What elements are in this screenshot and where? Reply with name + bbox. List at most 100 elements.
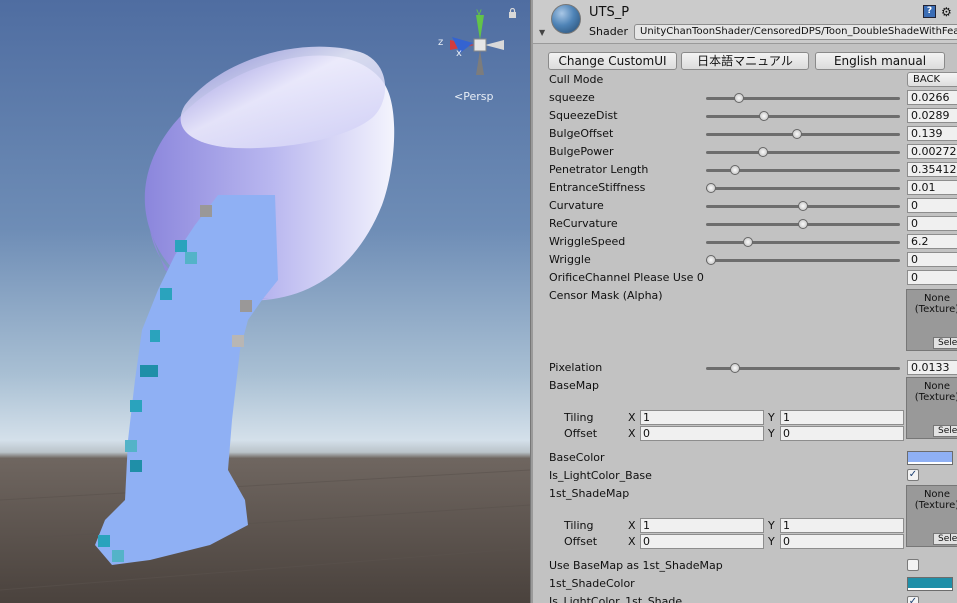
squeeze-field[interactable]: 0.0266	[907, 90, 957, 105]
use-basemap-as-1st-checkbox[interactable]	[907, 559, 919, 571]
slider-thumb[interactable]	[706, 255, 716, 265]
wriggle-speed-field[interactable]: 6.2	[907, 234, 957, 249]
re-curvature-label: ReCurvature	[549, 217, 618, 230]
lock-icon[interactable]	[508, 8, 517, 18]
first-shade-map-tiling-y[interactable]: 1	[780, 518, 904, 533]
squeeze-slider[interactable]	[706, 93, 900, 103]
ground-grid	[0, 469, 530, 591]
wriggle-slider[interactable]	[706, 255, 900, 265]
wriggle-speed-slider[interactable]	[706, 237, 900, 247]
slider-thumb[interactable]	[729, 363, 740, 373]
is-light-color-1st-shade-label: Is_LightColor_1st_Shade	[549, 595, 683, 603]
is-light-color-base-label: Is_LightColor_Base	[549, 469, 652, 482]
alpha-bar	[908, 588, 952, 590]
texture-select-button[interactable]: Select	[933, 337, 957, 349]
base-color-label: BaseColor	[549, 451, 605, 464]
bulge-power-label: BulgePower	[549, 145, 614, 158]
foldout-arrow-icon[interactable]: ▼	[539, 28, 545, 37]
is-light-color-base-checkbox[interactable]: ✓	[907, 469, 919, 481]
texture-none-text: None (Texture)	[914, 381, 957, 403]
base-map-label: BaseMap	[549, 379, 599, 392]
penetrator-length-field[interactable]: 0.35412	[907, 162, 957, 177]
orientation-gizmo[interactable]	[450, 15, 504, 75]
slider-thumb[interactable]	[733, 93, 744, 103]
first-shade-color-swatch[interactable]	[907, 577, 953, 591]
gizmo-y-label: y	[476, 7, 482, 18]
curvature-slider[interactable]	[706, 201, 900, 211]
bulge-power-slider[interactable]	[706, 147, 900, 157]
slider-thumb[interactable]	[729, 165, 740, 175]
shader-dropdown[interactable]: UnityChanToonShader/CensoredDPS/Toon_Dou…	[634, 24, 957, 40]
first-shade-map-offset-label: Offset	[564, 535, 598, 548]
first-shade-map-tiling-label: Tiling	[564, 519, 594, 532]
first-shade-map-texture-slot[interactable]: None(Texture) Select	[906, 485, 957, 547]
wriggle-label: Wriggle	[549, 253, 591, 266]
base-color-swatch[interactable]	[907, 451, 953, 465]
texture-select-button[interactable]: Select	[933, 533, 957, 545]
first-shade-map-offset-x[interactable]: 0	[640, 534, 764, 549]
entrance-stiffness-slider[interactable]	[706, 183, 900, 193]
orifice-channel-field[interactable]: 0	[907, 270, 957, 285]
re-curvature-field[interactable]: 0	[907, 216, 957, 231]
bulge-power-field[interactable]: 0.00272	[907, 144, 957, 159]
slider-thumb[interactable]	[742, 237, 753, 247]
english-manual-button[interactable]: English manual	[815, 52, 945, 70]
slider-thumb[interactable]	[792, 129, 803, 139]
re-curvature-slider[interactable]	[706, 219, 900, 229]
wriggle-speed-label: WriggleSpeed	[549, 235, 626, 248]
curvature-field[interactable]: 0	[907, 198, 957, 213]
gizmo-x-label: x	[456, 48, 462, 59]
squeeze-dist-label: SqueezeDist	[549, 109, 618, 122]
penetrator-length-slider[interactable]	[706, 165, 900, 175]
base-map-texture-slot[interactable]: None(Texture) Select	[906, 377, 957, 439]
scene-view[interactable]: y z x <Persp	[0, 0, 530, 603]
slider-thumb[interactable]	[798, 201, 808, 211]
censor-mask-texture-slot[interactable]: None(Texture) Select	[906, 289, 957, 351]
japanese-manual-button[interactable]: 日本語マニュアル	[681, 52, 809, 70]
axis-y-label: Y	[768, 411, 775, 424]
entrance-stiffness-label: EntranceStiffness	[549, 181, 646, 194]
bulge-offset-slider[interactable]	[706, 129, 900, 139]
persp-text: Persp	[463, 90, 494, 103]
base-map-offset-x[interactable]: 0	[640, 426, 764, 441]
slider-thumb[interactable]	[798, 219, 808, 229]
bulge-offset-field[interactable]: 0.139	[907, 126, 957, 141]
orifice-channel-label: OrificeChannel Please Use 0	[549, 271, 704, 284]
pixelation-field[interactable]: 0.0133	[907, 360, 957, 375]
entrance-stiffness-field[interactable]: 0.01	[907, 180, 957, 195]
is-light-color-1st-shade-checkbox[interactable]: ✓	[907, 596, 919, 603]
alpha-bar	[908, 462, 952, 464]
base-map-tiling-y[interactable]: 1	[780, 410, 904, 425]
wriggle-field[interactable]: 0	[907, 252, 957, 267]
squeeze-dist-slider[interactable]	[706, 111, 900, 121]
base-map-offset-y[interactable]: 0	[780, 426, 904, 441]
cull-mode-dropdown[interactable]: BACK	[907, 72, 957, 87]
shader-label: Shader	[589, 25, 628, 38]
settings-icon[interactable]: ⚙	[941, 5, 952, 19]
pixelation-slider[interactable]	[706, 363, 900, 373]
inspector-panel: UTS_P Shader UnityChanToonShader/Censore…	[533, 0, 957, 603]
change-custom-ui-button[interactable]: Change CustomUI	[548, 52, 677, 70]
projection-label[interactable]: <Persp	[454, 90, 493, 103]
base-map-tiling-x[interactable]: 1	[640, 410, 764, 425]
material-preview-icon	[551, 4, 581, 34]
material-header: UTS_P Shader UnityChanToonShader/Censore…	[533, 0, 957, 44]
texture-select-button[interactable]: Select	[933, 425, 957, 437]
squeeze-dist-field[interactable]: 0.0289	[907, 108, 957, 123]
axis-y-label: Y	[768, 427, 775, 440]
first-shade-map-tiling-x[interactable]: 1	[640, 518, 764, 533]
texture-none-text: None (Texture)	[914, 293, 957, 315]
base-map-offset-label: Offset	[564, 427, 598, 440]
censored-penetrator-mesh	[95, 195, 278, 565]
slider-thumb[interactable]	[706, 183, 716, 193]
squeeze-label: squeeze	[549, 91, 595, 104]
help-icon[interactable]: ?	[923, 5, 936, 18]
base-map-tiling-label: Tiling	[564, 411, 594, 424]
gizmo-z-label: z	[438, 37, 443, 48]
bulge-offset-label: BulgeOffset	[549, 127, 614, 140]
slider-thumb[interactable]	[759, 111, 770, 121]
first-shade-map-offset-y[interactable]: 0	[780, 534, 904, 549]
slider-thumb[interactable]	[757, 147, 768, 157]
censor-mask-label: Censor Mask (Alpha)	[549, 289, 663, 302]
axis-x-label: X	[628, 519, 636, 532]
